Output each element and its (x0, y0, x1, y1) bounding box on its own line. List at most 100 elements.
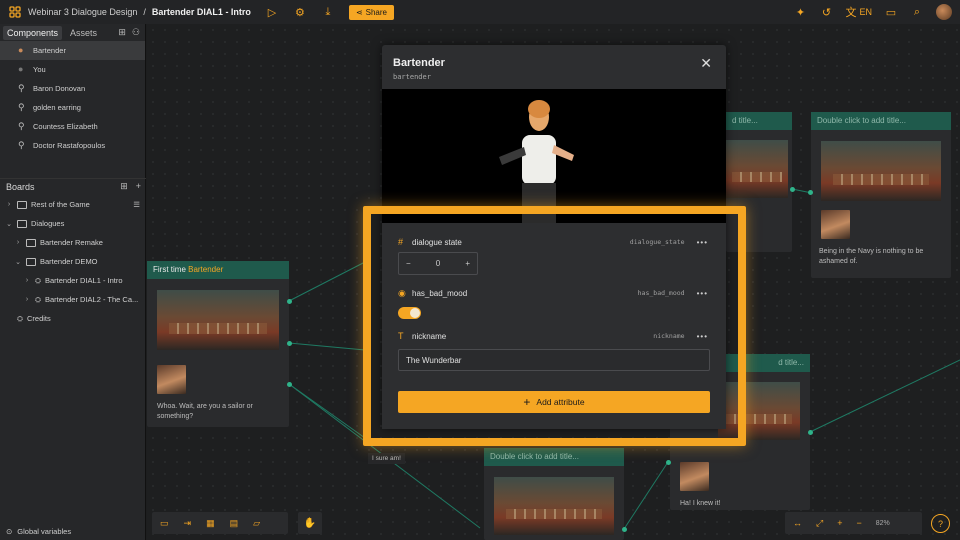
tab-components[interactable]: Components (3, 25, 63, 40)
boards-label: Boards (6, 181, 35, 192)
fit-width-icon[interactable]: ↔ (793, 518, 802, 528)
zoom-out-icon[interactable]: − (856, 518, 861, 528)
settings-gear-icon[interactable]: ⚙ (293, 5, 307, 19)
board-icon: ⛭ (35, 294, 41, 304)
comment-icon[interactable]: ▱ (253, 518, 260, 529)
global-variables-link[interactable]: ⊙ Global variables (6, 527, 71, 536)
connector-dot[interactable] (790, 187, 795, 192)
dialogue-node-navy[interactable]: Double click to add title... Being in th… (811, 112, 951, 278)
add-board-icon[interactable]: + (136, 181, 141, 192)
board-icon: ⛭ (17, 313, 23, 323)
connector-dot[interactable] (808, 190, 813, 195)
bartender-avatar-icon: ● (18, 45, 24, 55)
boards-header: Boards ⊞ + (0, 178, 146, 194)
user-avatar[interactable] (936, 4, 952, 20)
tree-label: Credits (27, 314, 51, 323)
tree-item-bartender-dial2[interactable]: › ⛭ Bartender DIAL2 - The Ca... (0, 290, 146, 309)
connector-dot[interactable] (666, 460, 671, 465)
breadcrumb-current[interactable]: Bartender DIAL1 - Intro (152, 7, 251, 17)
connector-dot[interactable] (287, 382, 292, 387)
component-label: Countess Elizabeth (33, 122, 98, 131)
speaker-thumbnail (157, 365, 186, 394)
app-grid-icon[interactable] (8, 5, 22, 19)
component-item-bartender[interactable]: ● Bartender (0, 41, 145, 60)
modal-subtitle: bartender (393, 73, 431, 81)
language-label: EN (859, 7, 872, 17)
new-folder-icon[interactable]: ⊞ (120, 181, 128, 192)
boards-tree: › Rest of the Game ☰ ⌄ Dialogues › Bartender… (0, 195, 146, 328)
sidebar: Components Assets ⊞ ⚇ ● Bartender ● You ⚲ B… (0, 24, 146, 540)
zoom-level[interactable]: 82% (876, 520, 890, 527)
person-icon: ⚲ (18, 140, 25, 150)
chevron-right-icon[interactable]: › (14, 239, 22, 246)
tree-item-bartender-remake[interactable]: › Bartender Remake (0, 233, 146, 252)
component-item-baron-donovan[interactable]: ⚲ Baron Donovan (0, 79, 145, 98)
table-icon[interactable]: ▦ (206, 518, 215, 529)
card-icon[interactable]: ▭ (160, 518, 169, 529)
canvas-toolbar: ▭ ⇥ ▦ ▤ ▱ (152, 512, 288, 534)
node-title-prefix: First time (153, 265, 189, 274)
zoom-in-icon[interactable]: + (837, 518, 842, 528)
translate-icon[interactable]: 文 EN (845, 5, 872, 19)
share-button[interactable]: ⋖ Share (348, 4, 394, 20)
chevron-right-icon[interactable]: › (23, 296, 31, 303)
search-icon[interactable]: ⌕ (910, 5, 924, 19)
tree-item-credits[interactable]: ⛭ Credits (0, 309, 146, 328)
history-icon[interactable]: ↺ (819, 5, 833, 19)
modal-title: Bartender (393, 57, 445, 69)
fit-screen-icon[interactable]: ⤢ (816, 518, 823, 529)
list-icon[interactable]: ☰ (133, 200, 140, 209)
component-label: You (33, 65, 46, 74)
tree-label: Bartender DIAL2 - The Ca... (45, 295, 139, 304)
play-icon[interactable]: ▷ (265, 5, 279, 19)
tree-label: Bartender DEMO (40, 257, 98, 266)
person-icon: ⚲ (18, 83, 25, 93)
chevron-right-icon[interactable]: › (5, 201, 13, 208)
note-icon[interactable]: ▤ (230, 518, 239, 529)
sparkle-icon[interactable]: ✦ (793, 5, 807, 19)
add-person-icon[interactable]: ⚇ (132, 27, 140, 38)
tree-item-bartender-dial1[interactable]: › ⛭ Bartender DIAL1 - Intro (0, 271, 146, 290)
new-folder-icon[interactable]: ⊞ (118, 27, 126, 38)
component-item-golden-earring[interactable]: ⚲ golden earring (0, 98, 145, 117)
folder-icon (17, 219, 27, 228)
dialogue-node-untitled[interactable]: Double click to add title... (484, 448, 624, 540)
component-item-doctor-rastafopoulos[interactable]: ⚲ Doctor Rastafopoulos (0, 136, 145, 155)
connector-dot[interactable] (287, 341, 292, 346)
download-icon[interactable]: ⤓ (321, 5, 335, 19)
choice-label[interactable]: I sure am! (368, 453, 405, 464)
component-label: Baron Donovan (33, 84, 86, 93)
tab-assets[interactable]: Assets (66, 26, 101, 40)
variables-icon: ⊙ (6, 527, 13, 536)
chevron-down-icon[interactable]: ⌄ (5, 220, 13, 228)
comments-icon[interactable]: ▭ (884, 5, 898, 19)
node-header: Double click to add title... (811, 112, 951, 130)
speaker-thumbnail (821, 210, 850, 239)
component-item-countess-elizabeth[interactable]: ⚲ Countess Elizabeth (0, 117, 145, 136)
share-icon: ⋖ (355, 7, 363, 17)
component-item-you[interactable]: ● You (0, 60, 145, 79)
close-icon[interactable]: ✕ (700, 55, 712, 72)
tree-item-dialogues[interactable]: ⌄ Dialogues (0, 214, 146, 233)
connector-dot[interactable] (287, 299, 292, 304)
chevron-down-icon[interactable]: ⌄ (14, 258, 22, 266)
hand-tool-icon[interactable]: ✋ (298, 512, 322, 534)
node-dialogue-text: Whoa. Wait, are you a sailor or somethin… (157, 403, 253, 420)
tree-label: Rest of the Game (31, 200, 90, 209)
tree-item-bartender-demo[interactable]: ⌄ Bartender DEMO (0, 252, 146, 271)
dialogue-node-first-time[interactable]: First time Bartender Whoa. Wait, are you… (147, 261, 289, 427)
tree-item-rest-of-the-game[interactable]: › Rest of the Game ☰ (0, 195, 146, 214)
chevron-right-icon[interactable]: › (23, 277, 31, 284)
node-image (726, 140, 788, 198)
focus-highlight-frame (363, 206, 746, 446)
folder-icon (26, 257, 36, 266)
node-title-speaker: Bartender (188, 265, 224, 274)
jump-icon[interactable]: ⇥ (184, 518, 192, 529)
breadcrumb-project[interactable]: Webinar 3 Dialogue Design (28, 7, 137, 17)
help-icon[interactable]: ? (931, 514, 950, 533)
connector-dot[interactable] (808, 430, 813, 435)
connector-dot[interactable] (622, 527, 627, 532)
component-label: Doctor Rastafopoulos (33, 141, 106, 150)
folder-icon (17, 200, 27, 209)
folder-icon (26, 238, 36, 247)
